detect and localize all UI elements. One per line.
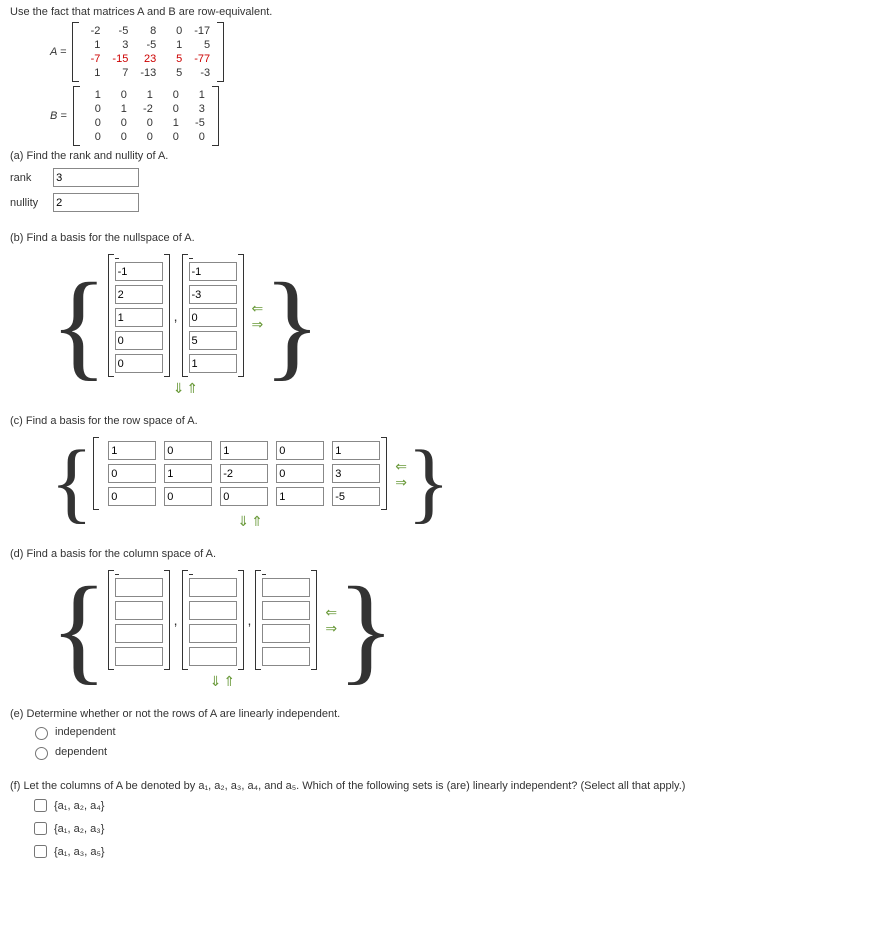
c-2-3[interactable] [276,487,324,506]
matrix-b-label: B = [50,110,67,122]
d-v2-3[interactable] [189,647,237,666]
c-0-1[interactable] [164,441,212,460]
c-1-1[interactable] [164,464,212,483]
c-0-4[interactable] [332,441,380,460]
radio-dependent[interactable] [35,747,48,760]
matrix-b-equation: B = 10101 01-203 0001-5 00000 [50,86,875,146]
d-v3-2[interactable] [262,624,310,643]
c-2-1[interactable] [164,487,212,506]
b-v2-4[interactable] [189,354,237,373]
check-a1a2a3-label: {a₁, a₂, a₃} [54,823,104,835]
right-brace-icon: } [337,581,395,677]
radio-independent[interactable] [35,727,48,740]
null-vec-2 [182,254,244,377]
b-v1-4[interactable] [115,354,163,373]
arrow-left-icon[interactable]: ⇐ [325,605,337,619]
c-2-0[interactable] [108,487,156,506]
left-brace-icon: { [50,581,108,677]
c-2-4[interactable] [332,487,380,506]
radio-dependent-label: dependent [55,746,107,758]
d-v3-1[interactable] [262,601,310,620]
b-v2-3[interactable] [189,331,237,350]
arrow-up-icon[interactable]: ⇑ [223,674,235,688]
matrix-a-equation: A = -2-580-17 13-515 -7-15235-77 17-135-… [50,22,875,82]
c-1-3[interactable] [276,464,324,483]
check-a1a2a4-label: {a₁, a₂, a₄} [54,800,104,812]
c-1-2[interactable] [220,464,268,483]
part-a-prompt: (a) Find the rank and nullity of A. [10,150,875,162]
b-v1-1[interactable] [115,285,163,304]
d-v3-0[interactable] [262,578,310,597]
rank-label: rank [10,172,50,184]
matrix-a-label: A = [50,46,66,58]
right-brace-icon: } [407,447,450,519]
arrow-right-icon[interactable]: ⇒ [395,475,407,489]
arrow-left-icon[interactable]: ⇐ [395,459,407,473]
c-1-4[interactable] [332,464,380,483]
part-c-prompt: (c) Find a basis for the row space of A. [10,415,875,427]
col-vec-2 [182,570,244,670]
b-v2-0[interactable] [189,262,237,281]
b-v1-2[interactable] [115,308,163,327]
arrow-down-icon[interactable]: ⇓ [210,674,222,688]
left-brace-icon: { [50,447,93,519]
c-0-0[interactable] [108,441,156,460]
comma: , [174,612,178,628]
part-e-prompt: (e) Determine whether or not the rows of… [10,708,875,720]
check-a1a3a5-label: {a₁, a₃, a₅} [54,846,105,858]
arrow-up-icon[interactable]: ⇑ [186,381,198,395]
part-f-prompt: (f) Let the columns of A be denoted by a… [10,780,875,792]
matrix-a: -2-580-17 13-515 -7-15235-77 17-135-3 [72,22,224,82]
d-v2-1[interactable] [189,601,237,620]
comma: , [174,308,178,324]
arrow-up-icon[interactable]: ⇑ [251,514,263,528]
part-b-prompt: (b) Find a basis for the nullspace of A. [10,232,875,244]
arrow-left-icon[interactable]: ⇐ [252,301,264,315]
d-v1-3[interactable] [115,647,163,666]
arrow-right-icon[interactable]: ⇒ [325,621,337,635]
row-basis-matrix [93,437,387,510]
right-brace-icon: } [263,277,321,373]
d-v1-0[interactable] [115,578,163,597]
arrow-right-icon[interactable]: ⇒ [252,317,264,331]
c-0-2[interactable] [220,441,268,460]
intro-text: Use the fact that matrices A and B are r… [10,6,875,18]
d-v1-2[interactable] [115,624,163,643]
left-brace-icon: { [50,277,108,373]
c-1-0[interactable] [108,464,156,483]
b-v2-2[interactable] [189,308,237,327]
d-v3-3[interactable] [262,647,310,666]
radio-independent-label: independent [55,726,116,738]
arrow-down-icon[interactable]: ⇓ [173,381,185,395]
col-vec-3 [255,570,317,670]
rank-input[interactable] [53,168,139,187]
arrow-down-icon[interactable]: ⇓ [237,514,249,528]
null-vec-1 [108,254,170,377]
check-a1a2a3[interactable] [34,822,47,835]
matrix-b: 10101 01-203 0001-5 00000 [73,86,219,146]
comma: , [248,612,252,628]
col-vec-1 [108,570,170,670]
d-v1-1[interactable] [115,601,163,620]
b-v2-1[interactable] [189,285,237,304]
part-d-prompt: (d) Find a basis for the column space of… [10,548,875,560]
nullity-input[interactable] [53,193,139,212]
check-a1a3a5[interactable] [34,845,47,858]
c-2-2[interactable] [220,487,268,506]
b-v1-3[interactable] [115,331,163,350]
c-0-3[interactable] [276,441,324,460]
check-a1a2a4[interactable] [34,799,47,812]
d-v2-2[interactable] [189,624,237,643]
b-v1-0[interactable] [115,262,163,281]
nullity-label: nullity [10,197,50,209]
d-v2-0[interactable] [189,578,237,597]
